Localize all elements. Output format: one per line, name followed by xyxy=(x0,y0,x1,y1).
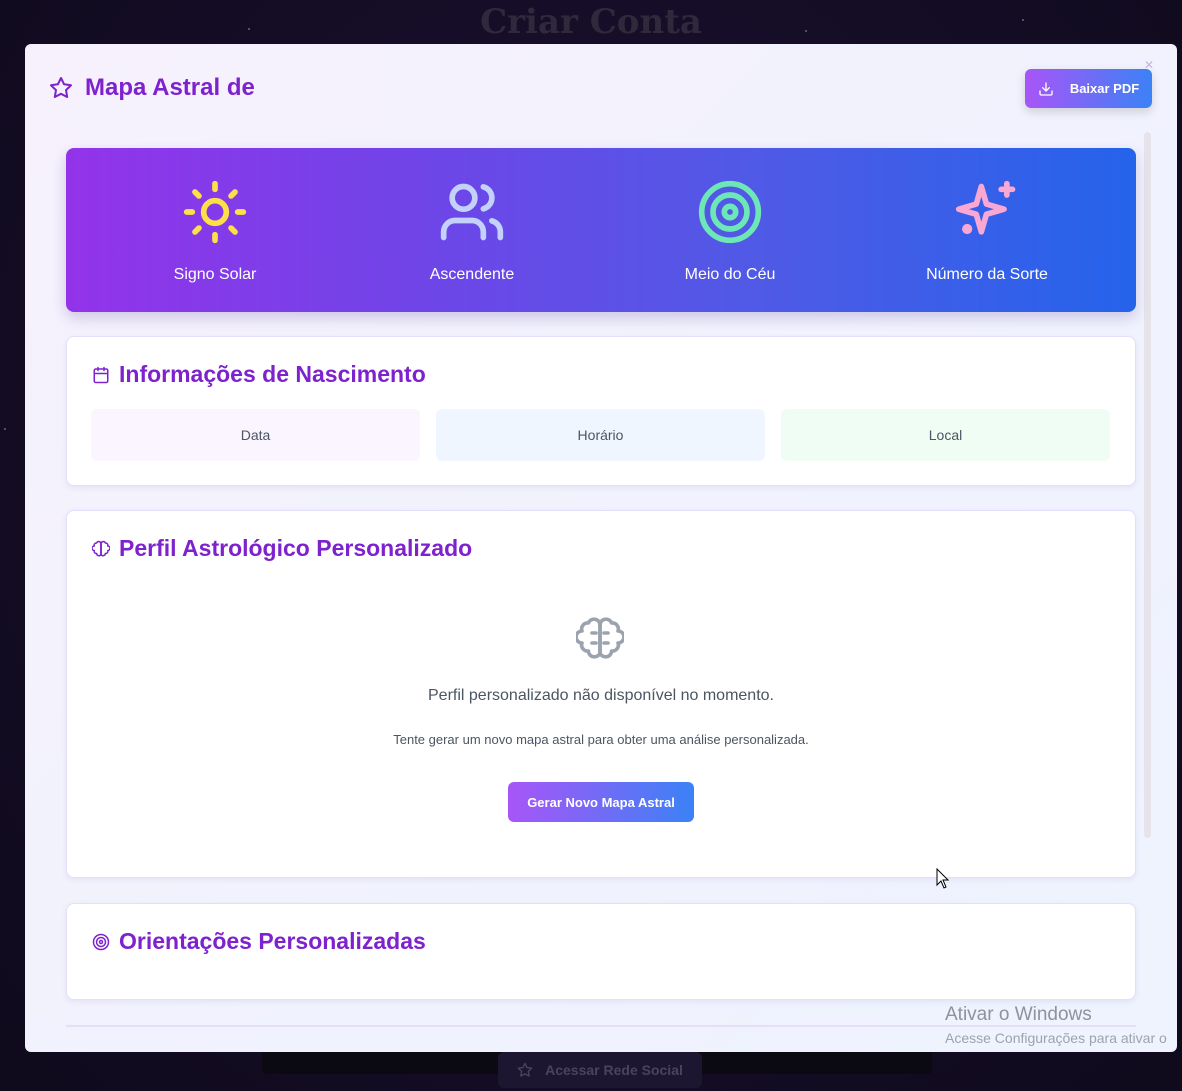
download-pdf-label: Baixar PDF xyxy=(1069,81,1140,96)
summary-item-label: Número da Sorte xyxy=(926,266,1048,283)
birth-time-field: Horário xyxy=(436,409,765,461)
download-pdf-button[interactable]: Baixar PDF xyxy=(1025,69,1152,108)
astral-chart-modal: Mapa Astral de ✕ Baixar PDF Signo Solar … xyxy=(25,44,1177,1052)
sun-icon xyxy=(183,180,247,244)
target-icon xyxy=(92,933,110,950)
profile-empty-message: Perfil personalizado não disponível no m… xyxy=(428,687,774,704)
birth-info-title: Informações de Nascimento xyxy=(92,361,426,388)
background-star xyxy=(4,428,6,430)
mouse-cursor-icon xyxy=(936,868,950,889)
guidance-title: Orientações Personalizadas xyxy=(92,928,426,955)
profile-title: Perfil Astrológico Personalizado xyxy=(92,535,472,562)
modal-title-text: Mapa Astral de xyxy=(85,74,255,101)
chart-summary-banner: Signo Solar Ascendente Meio do Céu Númer… xyxy=(66,148,1136,312)
brain-icon xyxy=(92,540,110,556)
background-social-button[interactable]: Acessar Rede Social xyxy=(498,1052,702,1088)
star-icon xyxy=(517,1062,533,1077)
summary-item-lucky-number: Número da Sorte xyxy=(867,178,1107,284)
personalized-guidance-card: Orientações Personalizadas xyxy=(66,903,1136,1000)
download-icon xyxy=(1039,81,1053,96)
modal-header: Mapa Astral de ✕ Baixar PDF xyxy=(25,44,1177,140)
summary-item-midheaven: Meio do Céu xyxy=(610,178,850,284)
summary-item-label: Signo Solar xyxy=(173,266,257,283)
profile-empty-hint: Tente gerar um novo mapa astral para obt… xyxy=(393,732,809,747)
astrological-profile-card: Perfil Astrológico Personalizado Perfil … xyxy=(66,510,1136,878)
star-icon xyxy=(50,77,72,98)
summary-item-label: Ascendente xyxy=(429,266,515,283)
generate-chart-button[interactable]: Gerar Novo Mapa Astral xyxy=(508,782,694,822)
birth-info-title-text: Informações de Nascimento xyxy=(119,361,426,387)
modal-content: Signo Solar Ascendente Meio do Céu Númer… xyxy=(66,148,1136,1052)
birth-info-card: Informações de Nascimento Data Horário L… xyxy=(66,336,1136,486)
summary-item-sun-sign: Signo Solar xyxy=(95,178,335,284)
calendar-icon xyxy=(93,366,109,383)
summary-item-ascendant: Ascendente xyxy=(352,178,592,284)
watermark-title: Ativar o Windows xyxy=(945,1004,1092,1025)
modal-title: Mapa Astral de xyxy=(49,74,255,102)
summary-item-label: Meio do Céu xyxy=(684,266,776,283)
background-social-button-label: Acessar Rede Social xyxy=(545,1062,683,1078)
sparkles-icon xyxy=(955,180,1016,235)
guidance-title-text: Orientações Personalizadas xyxy=(119,928,426,954)
target-icon xyxy=(698,180,762,244)
birth-place-field: Local xyxy=(781,409,1110,461)
scrollbar[interactable] xyxy=(1144,132,1151,838)
brain-icon xyxy=(576,617,624,659)
birth-date-field: Data xyxy=(91,409,420,461)
windows-activation-watermark: Ativar o Windows Acesse Configurações pa… xyxy=(945,1004,1167,1046)
background-page-title: Criar Conta xyxy=(480,2,702,42)
profile-title-text: Perfil Astrológico Personalizado xyxy=(119,535,473,561)
users-icon xyxy=(440,183,504,241)
watermark-subtitle: Acesse Configurações para ativar o xyxy=(945,1030,1167,1046)
